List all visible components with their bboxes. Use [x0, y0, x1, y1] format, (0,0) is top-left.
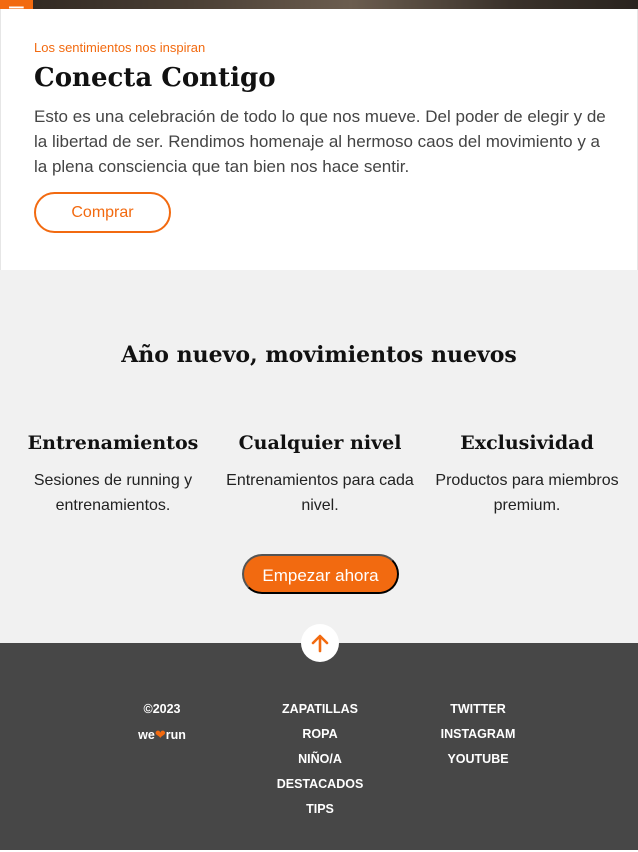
feature-text: Entrenamientos para cada nivel. — [226, 472, 414, 514]
footer-link-zapatillas[interactable]: ZAPATILLAS — [260, 702, 380, 727]
feature-item: Entrenamientos Sesiones de running y ent… — [18, 432, 208, 518]
feature-text: Sesiones de running y entrenamientos. — [33, 472, 193, 514]
footer-link-youtube[interactable]: YOUTUBE — [420, 752, 536, 777]
copyright: ©2023 — [143, 702, 181, 716]
shop-button[interactable]: Comprar — [34, 192, 171, 233]
feature-title: Cualquier nivel — [238, 432, 402, 454]
brand-prefix: we — [138, 728, 155, 742]
footer-link-destacados[interactable]: DESTACADOS — [260, 777, 380, 802]
feature-title: Entrenamientos — [27, 432, 199, 454]
start-now-button[interactable]: Empezar ahora — [242, 554, 399, 594]
footer-link-tips[interactable]: TIPS — [260, 802, 380, 827]
feature-item: Exclusividad Productos para miembros pre… — [432, 432, 622, 518]
features-title: Año nuevo, movimientos nuevos — [121, 342, 517, 368]
footer-link-twitter[interactable]: TWITTER — [420, 702, 536, 727]
footer-social-column: TWITTER INSTAGRAM YOUTUBE — [420, 702, 536, 777]
feature-text: Productos para miembros premium. — [435, 472, 619, 514]
heart-icon: ❤ — [154, 727, 166, 742]
arrow-up-icon — [311, 634, 329, 653]
back-to-top-button[interactable] — [301, 624, 339, 662]
hero-eyebrow: Los sentimientos nos inspiran — [34, 40, 206, 55]
footer: ©2023 we❤run ZAPATILLAS ROPA NIÑO/A DEST… — [0, 643, 638, 850]
features-section: Año nuevo, movimientos nuevos Entrenamie… — [0, 270, 638, 643]
brand-logo: we❤run — [120, 727, 204, 752]
footer-link-ropa[interactable]: ROPA — [260, 727, 380, 752]
footer-link-nino[interactable]: NIÑO/A — [260, 752, 380, 777]
hero-description: Esto es una celebración de todo lo que n… — [34, 107, 606, 176]
hero-section: Los sentimientos nos inspiran Conecta Co… — [0, 9, 638, 270]
footer-link-instagram[interactable]: INSTAGRAM — [420, 727, 536, 752]
hero-image-strip — [0, 0, 638, 9]
feature-title: Exclusividad — [460, 432, 594, 454]
brand-suffix: run — [165, 728, 186, 742]
hero-title: Conecta Contigo — [34, 63, 276, 93]
footer-brand-column: ©2023 we❤run — [120, 702, 204, 752]
feature-item: Cualquier nivel Entrenamientos para cada… — [225, 432, 415, 518]
footer-links-column: ZAPATILLAS ROPA NIÑO/A DESTACADOS TIPS — [260, 702, 380, 827]
